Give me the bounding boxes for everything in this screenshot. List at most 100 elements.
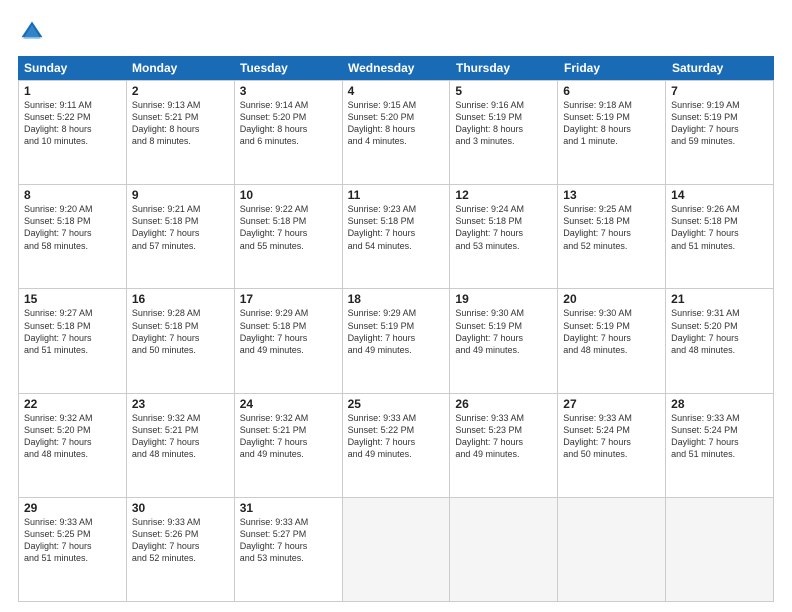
- cell-info: Sunrise: 9:25 AMSunset: 5:18 PMDaylight:…: [563, 203, 660, 252]
- cell-info: Sunrise: 9:24 AMSunset: 5:18 PMDaylight:…: [455, 203, 552, 252]
- table-row: 27Sunrise: 9:33 AMSunset: 5:24 PMDayligh…: [558, 394, 666, 498]
- day-number: 16: [132, 292, 229, 306]
- day-number: 24: [240, 397, 337, 411]
- day-number: 7: [671, 84, 768, 98]
- cell-info: Sunrise: 9:33 AMSunset: 5:27 PMDaylight:…: [240, 516, 337, 565]
- day-number: 12: [455, 188, 552, 202]
- logo-icon: [18, 18, 46, 46]
- header-wednesday: Wednesday: [342, 56, 450, 80]
- cell-info: Sunrise: 9:26 AMSunset: 5:18 PMDaylight:…: [671, 203, 768, 252]
- cell-info: Sunrise: 9:33 AMSunset: 5:25 PMDaylight:…: [24, 516, 121, 565]
- day-number: 31: [240, 501, 337, 515]
- table-row: 8Sunrise: 9:20 AMSunset: 5:18 PMDaylight…: [19, 185, 127, 289]
- table-row: 4Sunrise: 9:15 AMSunset: 5:20 PMDaylight…: [343, 81, 451, 185]
- day-number: 17: [240, 292, 337, 306]
- day-number: 28: [671, 397, 768, 411]
- table-row: [558, 498, 666, 602]
- cell-info: Sunrise: 9:33 AMSunset: 5:24 PMDaylight:…: [563, 412, 660, 461]
- table-row: 30Sunrise: 9:33 AMSunset: 5:26 PMDayligh…: [127, 498, 235, 602]
- header-monday: Monday: [126, 56, 234, 80]
- table-row: [666, 498, 774, 602]
- cell-info: Sunrise: 9:30 AMSunset: 5:19 PMDaylight:…: [455, 307, 552, 356]
- cell-info: Sunrise: 9:29 AMSunset: 5:18 PMDaylight:…: [240, 307, 337, 356]
- day-number: 8: [24, 188, 121, 202]
- table-row: 3Sunrise: 9:14 AMSunset: 5:20 PMDaylight…: [235, 81, 343, 185]
- table-row: 13Sunrise: 9:25 AMSunset: 5:18 PMDayligh…: [558, 185, 666, 289]
- day-number: 1: [24, 84, 121, 98]
- table-row: 19Sunrise: 9:30 AMSunset: 5:19 PMDayligh…: [450, 289, 558, 393]
- day-number: 26: [455, 397, 552, 411]
- day-number: 10: [240, 188, 337, 202]
- day-number: 27: [563, 397, 660, 411]
- calendar-row: 1Sunrise: 9:11 AMSunset: 5:22 PMDaylight…: [19, 81, 774, 185]
- cell-info: Sunrise: 9:21 AMSunset: 5:18 PMDaylight:…: [132, 203, 229, 252]
- table-row: 16Sunrise: 9:28 AMSunset: 5:18 PMDayligh…: [127, 289, 235, 393]
- table-row: 5Sunrise: 9:16 AMSunset: 5:19 PMDaylight…: [450, 81, 558, 185]
- calendar-row: 15Sunrise: 9:27 AMSunset: 5:18 PMDayligh…: [19, 289, 774, 393]
- cell-info: Sunrise: 9:33 AMSunset: 5:23 PMDaylight:…: [455, 412, 552, 461]
- table-row: 6Sunrise: 9:18 AMSunset: 5:19 PMDaylight…: [558, 81, 666, 185]
- cell-info: Sunrise: 9:29 AMSunset: 5:19 PMDaylight:…: [348, 307, 445, 356]
- cell-info: Sunrise: 9:11 AMSunset: 5:22 PMDaylight:…: [24, 99, 121, 148]
- day-number: 29: [24, 501, 121, 515]
- day-number: 4: [348, 84, 445, 98]
- header-tuesday: Tuesday: [234, 56, 342, 80]
- table-row: 29Sunrise: 9:33 AMSunset: 5:25 PMDayligh…: [19, 498, 127, 602]
- table-row: 20Sunrise: 9:30 AMSunset: 5:19 PMDayligh…: [558, 289, 666, 393]
- logo: [18, 18, 50, 46]
- cell-info: Sunrise: 9:31 AMSunset: 5:20 PMDaylight:…: [671, 307, 768, 356]
- cell-info: Sunrise: 9:15 AMSunset: 5:20 PMDaylight:…: [348, 99, 445, 148]
- day-number: 9: [132, 188, 229, 202]
- header-saturday: Saturday: [666, 56, 774, 80]
- calendar-row: 8Sunrise: 9:20 AMSunset: 5:18 PMDaylight…: [19, 185, 774, 289]
- cell-info: Sunrise: 9:32 AMSunset: 5:21 PMDaylight:…: [132, 412, 229, 461]
- table-row: 25Sunrise: 9:33 AMSunset: 5:22 PMDayligh…: [343, 394, 451, 498]
- table-row: 15Sunrise: 9:27 AMSunset: 5:18 PMDayligh…: [19, 289, 127, 393]
- day-number: 15: [24, 292, 121, 306]
- table-row: 7Sunrise: 9:19 AMSunset: 5:19 PMDaylight…: [666, 81, 774, 185]
- cell-info: Sunrise: 9:33 AMSunset: 5:26 PMDaylight:…: [132, 516, 229, 565]
- calendar-page: SundayMondayTuesdayWednesdayThursdayFrid…: [0, 0, 792, 612]
- calendar-row: 22Sunrise: 9:32 AMSunset: 5:20 PMDayligh…: [19, 394, 774, 498]
- cell-info: Sunrise: 9:32 AMSunset: 5:20 PMDaylight:…: [24, 412, 121, 461]
- table-row: 28Sunrise: 9:33 AMSunset: 5:24 PMDayligh…: [666, 394, 774, 498]
- calendar-row: 29Sunrise: 9:33 AMSunset: 5:25 PMDayligh…: [19, 498, 774, 602]
- day-number: 14: [671, 188, 768, 202]
- table-row: 31Sunrise: 9:33 AMSunset: 5:27 PMDayligh…: [235, 498, 343, 602]
- table-row: [450, 498, 558, 602]
- table-row: 21Sunrise: 9:31 AMSunset: 5:20 PMDayligh…: [666, 289, 774, 393]
- cell-info: Sunrise: 9:13 AMSunset: 5:21 PMDaylight:…: [132, 99, 229, 148]
- table-row: 22Sunrise: 9:32 AMSunset: 5:20 PMDayligh…: [19, 394, 127, 498]
- cell-info: Sunrise: 9:30 AMSunset: 5:19 PMDaylight:…: [563, 307, 660, 356]
- calendar: SundayMondayTuesdayWednesdayThursdayFrid…: [18, 56, 774, 602]
- day-number: 22: [24, 397, 121, 411]
- table-row: 9Sunrise: 9:21 AMSunset: 5:18 PMDaylight…: [127, 185, 235, 289]
- day-number: 21: [671, 292, 768, 306]
- day-number: 18: [348, 292, 445, 306]
- day-number: 25: [348, 397, 445, 411]
- table-row: 24Sunrise: 9:32 AMSunset: 5:21 PMDayligh…: [235, 394, 343, 498]
- cell-info: Sunrise: 9:33 AMSunset: 5:24 PMDaylight:…: [671, 412, 768, 461]
- table-row: 17Sunrise: 9:29 AMSunset: 5:18 PMDayligh…: [235, 289, 343, 393]
- cell-info: Sunrise: 9:23 AMSunset: 5:18 PMDaylight:…: [348, 203, 445, 252]
- header-sunday: Sunday: [18, 56, 126, 80]
- day-number: 2: [132, 84, 229, 98]
- cell-info: Sunrise: 9:33 AMSunset: 5:22 PMDaylight:…: [348, 412, 445, 461]
- cell-info: Sunrise: 9:27 AMSunset: 5:18 PMDaylight:…: [24, 307, 121, 356]
- cell-info: Sunrise: 9:22 AMSunset: 5:18 PMDaylight:…: [240, 203, 337, 252]
- table-row: 2Sunrise: 9:13 AMSunset: 5:21 PMDaylight…: [127, 81, 235, 185]
- cell-info: Sunrise: 9:14 AMSunset: 5:20 PMDaylight:…: [240, 99, 337, 148]
- table-row: 14Sunrise: 9:26 AMSunset: 5:18 PMDayligh…: [666, 185, 774, 289]
- table-row: 10Sunrise: 9:22 AMSunset: 5:18 PMDayligh…: [235, 185, 343, 289]
- cell-info: Sunrise: 9:32 AMSunset: 5:21 PMDaylight:…: [240, 412, 337, 461]
- calendar-body: 1Sunrise: 9:11 AMSunset: 5:22 PMDaylight…: [18, 80, 774, 602]
- cell-info: Sunrise: 9:19 AMSunset: 5:19 PMDaylight:…: [671, 99, 768, 148]
- calendar-header: SundayMondayTuesdayWednesdayThursdayFrid…: [18, 56, 774, 80]
- day-number: 30: [132, 501, 229, 515]
- header: [18, 18, 774, 46]
- table-row: 11Sunrise: 9:23 AMSunset: 5:18 PMDayligh…: [343, 185, 451, 289]
- table-row: 1Sunrise: 9:11 AMSunset: 5:22 PMDaylight…: [19, 81, 127, 185]
- day-number: 3: [240, 84, 337, 98]
- cell-info: Sunrise: 9:28 AMSunset: 5:18 PMDaylight:…: [132, 307, 229, 356]
- day-number: 5: [455, 84, 552, 98]
